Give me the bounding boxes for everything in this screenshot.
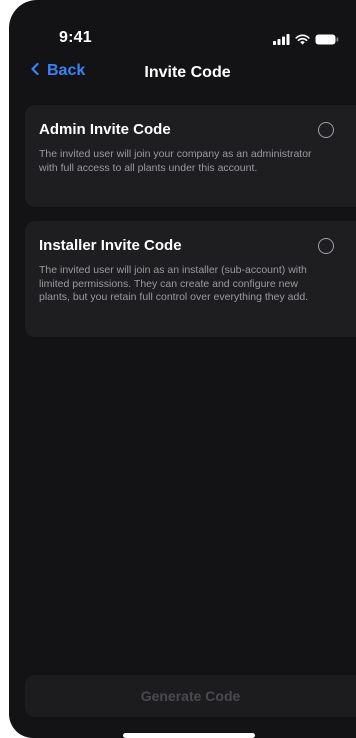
generate-code-button[interactable]: Generate Code [25,675,356,717]
admin-invite-option[interactable]: Admin Invite Code The invited user will … [25,105,356,207]
option-title: Admin Invite Code [39,121,171,138]
option-title: Installer Invite Code [39,237,182,254]
status-bar: 9:41 [9,0,356,54]
signal-icon [273,32,290,50]
battery-icon [315,32,339,50]
admin-radio-button[interactable] [318,122,334,138]
wifi-icon [295,32,310,50]
status-icons [273,32,339,50]
home-indicator [123,733,255,738]
status-time: 9:41 [59,29,92,46]
installer-radio-button[interactable] [318,238,334,254]
installer-invite-option[interactable]: Installer Invite Code The invited user w… [25,221,356,337]
option-description: The invited user will join your company … [39,148,312,174]
phone-screen: 9:41 Back Invite Code Admin Invite Code … [9,0,356,738]
navigation-bar: Back Invite Code [9,56,356,92]
option-description: The invited user will join as an install… [39,264,309,303]
page-title: Invite Code [144,64,231,81]
